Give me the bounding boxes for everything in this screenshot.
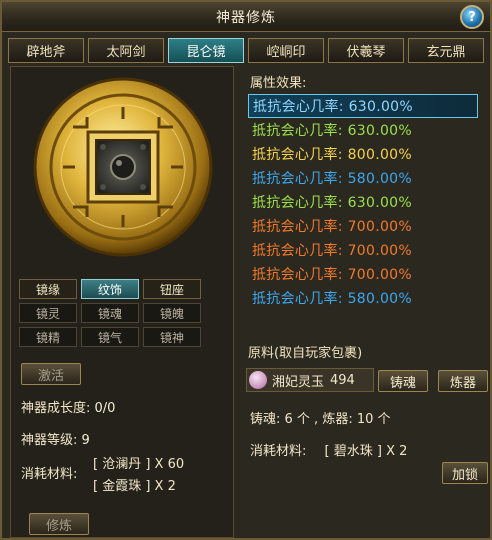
attribute-row[interactable]: 抵抗会心几率: 700.00% [248, 238, 478, 262]
attribute-row[interactable]: 抵抗会心几率: 580.00% [248, 286, 478, 310]
cultivate-button[interactable]: 修炼 [29, 513, 89, 535]
sub-tab[interactable]: 镜气 [81, 327, 139, 347]
sub-tab[interactable]: 镜魄 [143, 303, 201, 323]
counts-text: 铸魂: 6 个 , 炼器: 10 个 [250, 412, 391, 427]
attribute-title: 属性效果: [250, 76, 307, 91]
level-label: 神器等级: [21, 433, 78, 448]
tab-1[interactable]: 太阿剑 [88, 38, 164, 63]
growth-label: 神器成长度: [21, 401, 91, 416]
mirror-part-tabs: 镜缘 纹饰 钮座 镜灵 镜魂 镜魄 镜精 镜气 镜神 [19, 279, 223, 351]
kunlun-mirror-image [33, 77, 213, 257]
attribute-row[interactable]: 抵抗会心几率: 630.00% [248, 190, 478, 214]
material-header: 原料(取自玩家包裹) [248, 346, 363, 361]
help-button[interactable]: ? [460, 5, 484, 29]
sub-tab-row: 镜缘 纹饰 钮座 [19, 279, 223, 299]
sub-tab-row: 镜灵 镜魂 镜魄 [19, 303, 223, 323]
left-panel: 镜缘 纹饰 钮座 镜灵 镜魂 镜魄 镜精 镜气 镜神 激活 神器成长度: 0/0 神器等级: 9… [10, 66, 234, 538]
attribute-row[interactable]: 抵抗会心几率: 630.00% [248, 118, 478, 142]
attribute-row[interactable]: 抵抗会心几率: 700.00% [248, 262, 478, 286]
consume-item[interactable]: [ 碧水珠 ] X 2 [325, 444, 408, 459]
material-item[interactable]: [ 沧澜丹 ] X 60 [93, 453, 184, 472]
tab-3[interactable]: 崆峒印 [248, 38, 324, 63]
level-row: 神器等级: 9 [21, 429, 90, 448]
level-value: 9 [81, 433, 90, 448]
forge-button[interactable]: 炼器 [438, 370, 488, 392]
sub-tab[interactable]: 镜精 [19, 327, 77, 347]
tab-5[interactable]: 玄元鼎 [408, 38, 484, 63]
material-item[interactable]: [ 金霞珠 ] X 2 [93, 475, 176, 494]
tab-4[interactable]: 伏羲琴 [328, 38, 404, 63]
consume-label: 消耗材料: [250, 444, 307, 459]
consume-row: 消耗材料: [ 碧水珠 ] X 2 [250, 440, 407, 459]
title-bar: 神器修炼 ? [2, 2, 490, 32]
sub-tab[interactable]: 镜魂 [81, 303, 139, 323]
artifact-tabs: 辟地斧 太阿剑 昆仑镜 崆峒印 伏羲琴 玄元鼎 [8, 38, 492, 64]
item-count: 494 [330, 372, 355, 388]
attribute-list: 抵抗会心几率: 630.00% 抵抗会心几率: 630.00% 抵抗会心几率: 80… [248, 94, 478, 310]
right-panel: 属性效果: 抵抗会心几率: 630.00% 抵抗会心几率: 630.00% 抵抗会心… [238, 66, 490, 538]
sub-tab[interactable]: 钮座 [143, 279, 201, 299]
artifact-cultivation-window: 神器修炼 ? 辟地斧 太阿剑 昆仑镜 崆峒印 伏羲琴 玄元鼎 镜缘 纹饰 钮座 … [0, 0, 492, 540]
jade-icon [249, 371, 267, 389]
attribute-row[interactable]: 抵抗会心几率: 700.00% [248, 214, 478, 238]
attribute-row[interactable]: 抵抗会心几率: 800.00% [248, 142, 478, 166]
tab-2[interactable]: 昆仑镜 [168, 38, 244, 63]
cast-soul-button[interactable]: 铸魂 [378, 370, 428, 392]
attribute-row[interactable]: 抵抗会心几率: 580.00% [248, 166, 478, 190]
sub-tab-row: 镜精 镜气 镜神 [19, 327, 223, 347]
sub-tab[interactable]: 镜缘 [19, 279, 77, 299]
growth-row: 神器成长度: 0/0 [21, 397, 115, 416]
sub-tab[interactable]: 镜灵 [19, 303, 77, 323]
tab-0[interactable]: 辟地斧 [8, 38, 84, 63]
growth-value: 0/0 [94, 401, 116, 416]
sub-tab[interactable]: 镜神 [143, 327, 201, 347]
window-title: 神器修炼 [216, 10, 276, 26]
activate-button[interactable]: 激活 [21, 363, 81, 385]
lock-button[interactable]: 加锁 [442, 462, 488, 484]
materials-label: 消耗材料: [21, 467, 78, 482]
material-slot[interactable]: 湘妃灵玉 494 [246, 368, 374, 392]
attribute-row[interactable]: 抵抗会心几率: 630.00% [248, 94, 478, 118]
item-name: 湘妃灵玉 [272, 374, 325, 390]
sub-tab[interactable]: 纹饰 [81, 279, 139, 299]
